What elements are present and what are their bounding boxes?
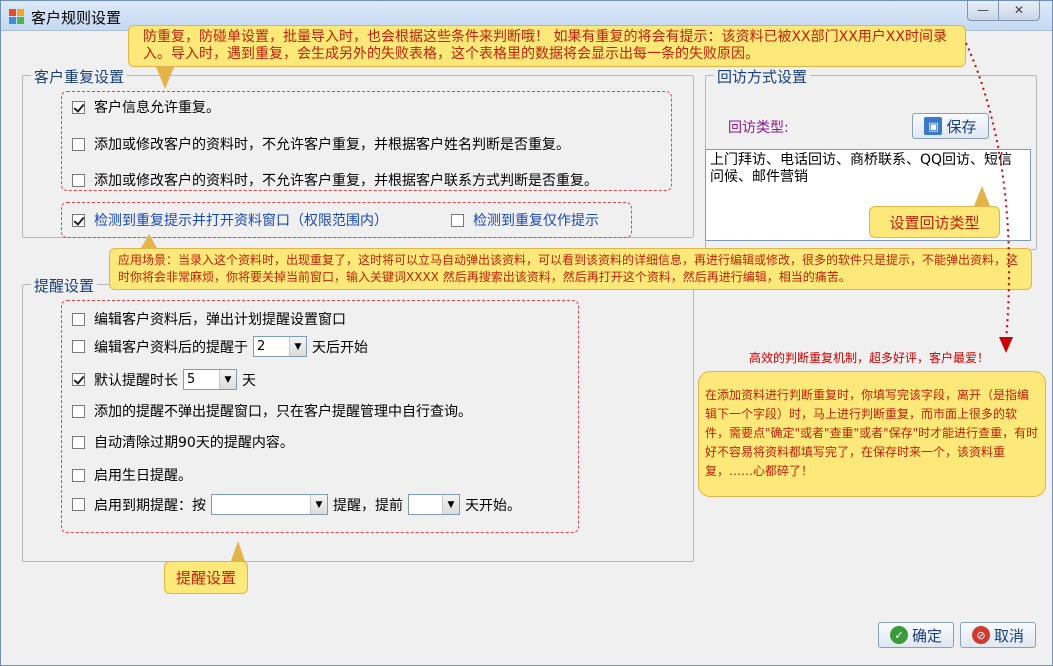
cancel-button[interactable]: ⊘ 取消 [960,622,1036,648]
default-duration-checkbox[interactable] [72,373,85,386]
reminder-delay-suffix: 天后开始 [312,339,368,356]
expiry-reminder-option[interactable]: 启用到期提醒：按 ▼ 提醒，提前 ▼ 天开始。 [72,494,521,515]
visit-type-label: 回访类型: [728,120,789,136]
app-icon [9,9,25,25]
detect-open-checkbox[interactable] [72,213,85,227]
no-popup-label: 添加的提醒不弹出提醒窗口，只在客户提醒管理中自行查询。 [94,404,472,420]
birthday-reminder-option[interactable]: 启用生日提醒。 [72,465,192,485]
duplicate-callout-pointer [156,67,174,89]
expiry-reminder-middle: 提醒，提前 [333,497,403,514]
dialog-window: 客户规则设置 — ✕ 客户重复设置 客户信息允许重复。 添加或修改客户的资料时，… [0,0,1053,666]
scene-callout: 应用场景：当录入这个资料时，出现重复了，这时将可以立马自动弹出该资料，可以看到该… [109,248,1032,290]
default-duration-suffix: 天 [242,372,256,389]
cancel-icon: ⊘ [971,626,990,644]
chevron-down-icon[interactable]: ▼ [310,495,327,514]
reminder-delay-value: 2 [257,339,266,354]
scene-callout-pointer [141,234,157,248]
no-popup-checkbox[interactable] [72,404,85,418]
expiry-days-select[interactable]: ▼ [408,494,460,515]
check-by-contact-checkbox[interactable] [72,173,85,187]
minimize-button[interactable]: — [967,1,999,21]
minimize-icon: — [977,3,989,17]
detect-open-option[interactable]: 检测到重复提示并打开资料窗口（权限范围内） [72,210,388,230]
detect-only-checkbox[interactable] [451,213,464,227]
check-by-contact-label: 添加或修改客户的资料时，不允许客户重复，并根据客户联系方式判断是否重复。 [94,173,598,189]
chevron-down-icon[interactable]: ▼ [442,495,459,514]
expiry-reminder-checkbox[interactable] [72,498,85,511]
check-by-name-option[interactable]: 添加或修改客户的资料时，不允许客户重复，并根据客户姓名判断是否重复。 [72,134,570,154]
visit-settings-legend: 回访方式设置 [714,66,811,87]
duplicate-settings-legend: 客户重复设置 [31,66,128,87]
reminder-delay-option[interactable]: 编辑客户资料后的提醒于 2 ▼ 天后开始 [72,336,368,357]
reminder-popup-option[interactable]: 编辑客户资料后，弹出计划提醒设置窗口 [72,309,346,329]
default-duration-option[interactable]: 默认提醒时长 5 ▼ 天 [72,369,256,390]
expiry-reminder-prefix: 启用到期提醒：按 [94,497,206,514]
slogan-text: 高效的判断重复机制，超多好评，客户最爱！ [749,351,990,365]
save-icon: ▣ [924,117,943,135]
auto-clear-checkbox[interactable] [72,435,85,449]
ok-button[interactable]: ✓ 确定 [878,622,954,648]
auto-clear-label: 自动清除过期90天的提醒内容。 [94,435,294,451]
close-button[interactable]: ✕ [998,1,1040,21]
allow-duplicate-label: 客户信息允许重复。 [94,100,220,116]
allow-duplicate-checkbox[interactable] [72,100,85,114]
no-popup-option[interactable]: 添加的提醒不弹出提醒窗口，只在客户提醒管理中自行查询。 [72,401,472,421]
birthday-reminder-label: 启用生日提醒。 [94,468,192,484]
expiry-reminder-suffix: 天开始。 [465,497,521,514]
judge-callout-text: 在添加资料进行判断重复时，你填写完该字段，离开（是指编辑下一个字段）时，马上进行… [705,388,1039,478]
reminder-callout-pointer [231,541,245,561]
ok-label: 确定 [911,626,942,645]
expiry-basis-select[interactable]: ▼ [211,494,328,515]
default-duration-value: 5 [187,372,196,387]
reminder-popup-checkbox[interactable] [72,312,85,326]
close-icon: ✕ [1013,3,1025,17]
reminder-callout-text: 提醒设置 [175,569,236,587]
duplicate-callout: 防重复，防碰单设置，批量导入时，也会根据这些条件来判断哦！ 如果有重复的将会有提… [128,25,966,67]
chevron-down-icon[interactable]: ▼ [289,337,306,356]
duplicate-callout-text: 防重复，防碰单设置，批量导入时，也会根据这些条件来判断哦！ 如果有重复的将会有提… [143,29,947,62]
judge-callout: 在添加资料进行判断重复时，你填写完该字段，离开（是指编辑下一个字段）时，马上进行… [698,371,1046,497]
reminder-popup-label: 编辑客户资料后，弹出计划提醒设置窗口 [94,312,346,328]
reminder-settings-legend: 提醒设置 [31,275,98,296]
detect-only-label: 检测到重复仅作提示 [473,213,599,229]
reminder-delay-checkbox[interactable] [72,340,85,353]
connector-arrow [965,42,1013,353]
check-icon: ✓ [889,626,908,644]
check-by-contact-option[interactable]: 添加或修改客户的资料时，不允许客户重复，并根据客户联系方式判断是否重复。 [72,170,598,190]
default-duration-prefix: 默认提醒时长 [94,372,178,389]
reminder-callout: 提醒设置 [164,561,248,594]
scene-callout-text: 应用场景：当录入这个资料时，出现重复了，这时将可以立马自动弹出该资料，可以看到该… [118,253,1019,284]
chevron-down-icon[interactable]: ▼ [219,370,236,389]
check-by-name-checkbox[interactable] [72,137,85,151]
window-title: 客户规则设置 [31,9,122,27]
reminder-delay-select[interactable]: 2 ▼ [253,336,307,357]
cancel-label: 取消 [993,626,1024,645]
birthday-reminder-checkbox[interactable] [72,468,85,482]
detect-open-label: 检测到重复提示并打开资料窗口（权限范围内） [94,213,388,229]
allow-duplicate-option[interactable]: 客户信息允许重复。 [72,97,220,117]
reminder-delay-prefix: 编辑客户资料后的提醒于 [94,339,248,356]
detect-only-option[interactable]: 检测到重复仅作提示 [451,210,599,230]
default-duration-select[interactable]: 5 ▼ [183,369,237,390]
auto-clear-option[interactable]: 自动清除过期90天的提醒内容。 [72,432,294,452]
check-by-name-label: 添加或修改客户的资料时，不允许客户重复，并根据客户姓名判断是否重复。 [94,137,570,153]
